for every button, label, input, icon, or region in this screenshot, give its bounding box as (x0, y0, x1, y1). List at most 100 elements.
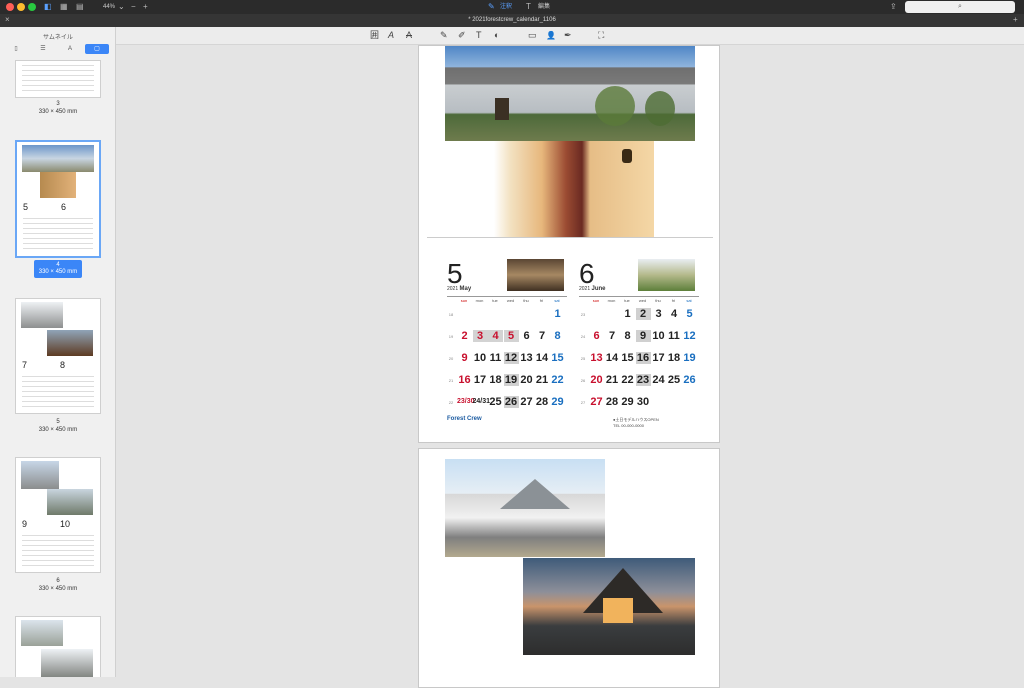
thumb-photo (40, 172, 76, 198)
grid-view-icon[interactable]: ▦ (60, 2, 68, 12)
tab-annotations[interactable]: A (58, 44, 82, 54)
close-window-button[interactable] (6, 3, 14, 11)
strikethrough-icon[interactable]: A (406, 30, 412, 41)
annotate-mode-label[interactable]: 注釈 (500, 3, 512, 11)
calendar-day: 23 (635, 374, 651, 386)
weekday-header: sat (554, 298, 560, 303)
calendar-day: 14 (605, 352, 619, 364)
text-tool-icon[interactable]: T (476, 30, 482, 41)
zoom-in-button[interactable]: + (143, 2, 148, 12)
calendar-day: 8 (624, 330, 631, 342)
thumb-page-number: 6 (56, 578, 60, 584)
calendar-day: 27 (590, 396, 603, 408)
highlighter-icon[interactable]: ✐ (458, 30, 466, 41)
page-thumbnail-5[interactable]: 7 8 (15, 298, 101, 414)
month-label-may: 2021 May (447, 286, 471, 292)
tab-outline[interactable]: ☰ (31, 44, 55, 54)
text-box-icon[interactable]: 囲 (370, 30, 379, 41)
edit-mode-label[interactable]: 編集 (538, 3, 550, 11)
week-number: 25 (580, 356, 586, 361)
weekday-header: wed (638, 298, 647, 303)
thumbnail-sidebar: サムネイル ▯ ☰ A ▢ 3 330 × 450 mm 5 6 4 330 ×… (0, 27, 116, 677)
pdf-page-4: 5 2021 May 6 2021 June Forest Crew ●土日モデ… (418, 45, 720, 443)
signature-icon[interactable]: 👤 (546, 30, 556, 41)
calendar-day: 9 (635, 330, 651, 342)
week-number: 23 (580, 312, 586, 317)
calendar-day: 27 (520, 396, 533, 408)
weekday-header: mon (607, 298, 616, 303)
chevron-down-icon[interactable]: ⌄ (118, 2, 125, 12)
edit-mode-icon[interactable]: T (526, 2, 531, 12)
month-label-june: 2021 June (579, 286, 606, 292)
calendar-day: 7 (608, 330, 616, 342)
weekday-header: thu (523, 298, 529, 303)
calendar-rule (447, 296, 567, 297)
share-icon[interactable]: ⇪ (890, 2, 897, 12)
sidebar-toggle-icon[interactable]: ◧ (44, 2, 52, 12)
garden-swing-photo (638, 259, 695, 291)
thumb-month-5: 5 (23, 202, 29, 212)
two-page-view-icon[interactable]: ▤ (76, 2, 84, 12)
pdf-page-5 (418, 448, 720, 688)
house-evening-photo (523, 558, 695, 655)
calendar-day: 16 (458, 374, 471, 386)
annotate-mode-icon[interactable]: ✎ (488, 2, 495, 12)
calendar-rule (579, 296, 699, 297)
thumb-photo (21, 302, 63, 328)
calendar-day: 19 (503, 374, 519, 386)
page-thumbnail-6[interactable]: 9 10 (15, 457, 101, 573)
zoom-level[interactable]: 44% (103, 3, 115, 11)
text-icon[interactable]: A (388, 30, 394, 41)
document-tab-title[interactable]: * 2021forestcrew_calendar_1106 (0, 16, 1024, 25)
pencil-icon[interactable]: ✎ (440, 30, 448, 41)
pen-icon[interactable]: ✒ (564, 30, 572, 41)
page-thumbnail-4[interactable]: 5 6 (15, 140, 101, 258)
weekday-header: sat (686, 298, 692, 303)
thumb-page-number: 4 (56, 262, 60, 268)
thumb-month-10: 10 (60, 519, 71, 529)
tab-thumbnails[interactable]: ▢ (85, 44, 109, 54)
thumb-photo (41, 649, 93, 677)
calendar-day: 22 (551, 374, 564, 386)
house-white-photo (445, 459, 605, 557)
calendar-day: 17 (473, 374, 487, 386)
annotation-toolbar: 囲 A A ✎ ✐ T ◐ ▭ 👤 ✒ ⛶ (116, 27, 1024, 45)
calendar-day: 2 (635, 308, 651, 320)
calendar-day: 15 (551, 352, 564, 364)
new-tab-icon[interactable]: + (1013, 15, 1018, 25)
calendar-day: 1 (624, 308, 631, 320)
calendar-day: 1 (554, 308, 561, 320)
calendar-day: 19 (683, 352, 696, 364)
calendar-day: 21 (535, 374, 549, 386)
calendar-day: 10 (652, 330, 665, 342)
month-name: May (459, 286, 472, 292)
calendar-day: 3 (472, 330, 488, 342)
thumb-selected-label: 4 330 × 450 mm (34, 260, 82, 278)
note-icon[interactable]: ▭ (528, 30, 537, 41)
calendar-day: 23/30 (457, 398, 475, 405)
calendar-day: 6 (593, 330, 600, 342)
calendar-day: 14 (535, 352, 549, 364)
calendar-day: 24/31 (472, 398, 491, 405)
week-number: 22 (448, 400, 454, 405)
calendar-day: 5 (503, 330, 519, 342)
calendar-day: 2 (461, 330, 468, 342)
zoom-out-button[interactable]: − (131, 2, 136, 12)
calendar-day: 9 (461, 352, 468, 364)
zoom-window-button[interactable] (28, 3, 36, 11)
tab-bookmarks[interactable]: ▯ (4, 44, 28, 54)
week-number: 19 (448, 334, 454, 339)
thumb-calendar (22, 531, 94, 569)
search-input[interactable]: ⌕ (905, 1, 1015, 13)
minimize-window-button[interactable] (17, 3, 25, 11)
page-thumbnail-7[interactable] (15, 616, 101, 677)
calendar-day: 18 (667, 352, 681, 364)
calendar-day: 17 (652, 352, 665, 364)
shapes-icon[interactable]: ◐ (494, 30, 499, 41)
page-thumbnail-3[interactable] (15, 60, 101, 98)
calendar-day: 4 (488, 330, 503, 342)
weekday-header: sun (592, 298, 600, 303)
thumb-page-size: 330 × 450 mm (38, 427, 78, 433)
calendar-day: 29 (551, 396, 564, 408)
crop-icon[interactable]: ⛶ (598, 30, 604, 41)
